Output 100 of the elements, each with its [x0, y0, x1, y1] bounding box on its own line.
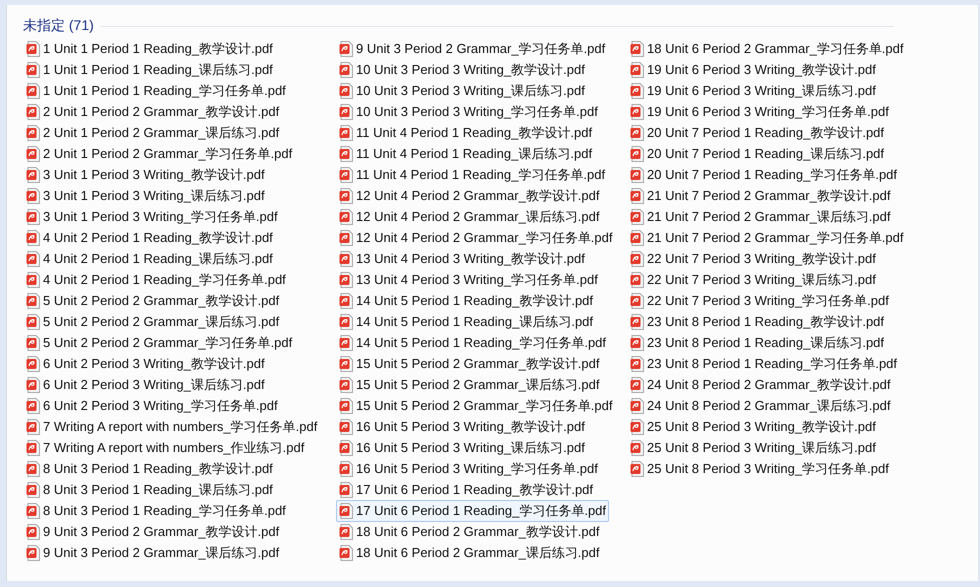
- pdf-file-icon: [339, 419, 353, 435]
- file-item[interactable]: 18 Unit 6 Period 2 Grammar_学习任务单.pdf: [627, 38, 906, 60]
- pdf-file-icon: [630, 251, 644, 267]
- group-title[interactable]: 未指定 (71): [23, 17, 94, 35]
- file-item[interactable]: 20 Unit 7 Period 1 Reading_教学设计.pdf: [627, 122, 888, 144]
- file-item[interactable]: 12 Unit 4 Period 2 Grammar_学习任务单.pdf: [336, 227, 616, 249]
- file-item[interactable]: 16 Unit 5 Period 3 Writing_教学设计.pdf: [336, 416, 588, 438]
- file-item[interactable]: 6 Unit 2 Period 3 Writing_课后练习.pdf: [23, 374, 268, 396]
- file-item[interactable]: 24 Unit 8 Period 2 Grammar_课后练习.pdf: [627, 395, 894, 417]
- file-item[interactable]: 19 Unit 6 Period 3 Writing_课后练习.pdf: [627, 80, 879, 102]
- pdf-file-icon: [339, 251, 353, 267]
- pdf-file-icon: [339, 545, 353, 561]
- file-item[interactable]: 14 Unit 5 Period 1 Reading_课后练习.pdf: [336, 311, 596, 333]
- pdf-file-icon: [26, 545, 40, 561]
- file-item[interactable]: 23 Unit 8 Period 1 Reading_学习任务单.pdf: [627, 353, 900, 375]
- file-item[interactable]: 9 Unit 3 Period 2 Grammar_学习任务单.pdf: [336, 38, 608, 60]
- file-item[interactable]: 18 Unit 6 Period 2 Grammar_课后练习.pdf: [336, 542, 602, 564]
- file-item[interactable]: 21 Unit 7 Period 2 Grammar_学习任务单.pdf: [627, 227, 906, 249]
- file-item[interactable]: 7 Writing A report with numbers_作业练习.pdf: [23, 437, 308, 459]
- pdf-file-icon: [339, 62, 353, 78]
- file-item[interactable]: 7 Writing A report with numbers_学习任务单.pdf: [23, 416, 320, 438]
- pdf-file-icon: [630, 83, 644, 99]
- file-item[interactable]: 11 Unit 4 Period 1 Reading_教学设计.pdf: [336, 122, 596, 144]
- file-item[interactable]: 5 Unit 2 Period 2 Grammar_课后练习.pdf: [23, 311, 282, 333]
- file-item[interactable]: 6 Unit 2 Period 3 Writing_教学设计.pdf: [23, 353, 268, 375]
- file-item[interactable]: 14 Unit 5 Period 1 Reading_学习任务单.pdf: [336, 332, 610, 354]
- file-item[interactable]: 10 Unit 3 Period 3 Writing_课后练习.pdf: [336, 80, 588, 102]
- file-item[interactable]: 20 Unit 7 Period 1 Reading_学习任务单.pdf: [627, 164, 900, 186]
- file-item[interactable]: 9 Unit 3 Period 2 Grammar_课后练习.pdf: [23, 542, 282, 564]
- file-item[interactable]: 15 Unit 5 Period 2 Grammar_学习任务单.pdf: [336, 395, 616, 417]
- file-item[interactable]: 11 Unit 4 Period 1 Reading_课后练习.pdf: [336, 143, 596, 165]
- file-item[interactable]: 9 Unit 3 Period 2 Grammar_教学设计.pdf: [23, 521, 282, 543]
- file-item[interactable]: 23 Unit 8 Period 1 Reading_教学设计.pdf: [627, 311, 888, 333]
- file-item[interactable]: 3 Unit 1 Period 3 Writing_课后练习.pdf: [23, 185, 268, 207]
- file-item[interactable]: 1 Unit 1 Period 1 Reading_教学设计.pdf: [23, 38, 276, 60]
- file-item[interactable]: 14 Unit 5 Period 1 Reading_教学设计.pdf: [336, 290, 596, 312]
- file-item[interactable]: 22 Unit 7 Period 3 Writing_课后练习.pdf: [627, 269, 879, 291]
- file-item[interactable]: 11 Unit 4 Period 1 Reading_学习任务单.pdf: [336, 164, 608, 186]
- file-item[interactable]: 8 Unit 3 Period 1 Reading_学习任务单.pdf: [23, 500, 289, 522]
- file-item[interactable]: 18 Unit 6 Period 2 Grammar_教学设计.pdf: [336, 521, 602, 543]
- pdf-file-icon: [339, 230, 353, 246]
- pdf-file-icon: [630, 335, 644, 351]
- pdf-file-icon: [339, 398, 353, 414]
- pdf-file-icon: [339, 356, 353, 372]
- file-item[interactable]: 2 Unit 1 Period 2 Grammar_教学设计.pdf: [23, 101, 282, 123]
- file-item[interactable]: 17 Unit 6 Period 1 Reading_教学设计.pdf: [336, 479, 596, 501]
- file-item[interactable]: 4 Unit 2 Period 1 Reading_课后练习.pdf: [23, 248, 276, 270]
- file-item[interactable]: 13 Unit 4 Period 3 Writing_学习任务单.pdf: [336, 269, 601, 291]
- file-item[interactable]: 25 Unit 8 Period 3 Writing_课后练习.pdf: [627, 437, 879, 459]
- file-item[interactable]: 3 Unit 1 Period 3 Writing_教学设计.pdf: [23, 164, 268, 186]
- pdf-file-icon: [630, 461, 644, 477]
- pdf-file-icon: [339, 272, 353, 288]
- file-item[interactable]: 1 Unit 1 Period 1 Reading_课后练习.pdf: [23, 59, 276, 81]
- pdf-file-icon: [630, 440, 644, 456]
- file-item[interactable]: 20 Unit 7 Period 1 Reading_课后练习.pdf: [627, 143, 888, 165]
- file-item[interactable]: 16 Unit 5 Period 3 Writing_课后练习.pdf: [336, 437, 588, 459]
- pdf-file-icon: [26, 461, 40, 477]
- file-item[interactable]: 5 Unit 2 Period 2 Grammar_学习任务单.pdf: [23, 332, 296, 354]
- pdf-file-icon: [339, 461, 353, 477]
- file-item[interactable]: 15 Unit 5 Period 2 Grammar_课后练习.pdf: [336, 374, 602, 396]
- file-item[interactable]: 16 Unit 5 Period 3 Writing_学习任务单.pdf: [336, 458, 601, 480]
- file-item[interactable]: 1 Unit 1 Period 1 Reading_学习任务单.pdf: [23, 80, 289, 102]
- file-item[interactable]: 24 Unit 8 Period 2 Grammar_教学设计.pdf: [627, 374, 894, 396]
- pdf-file-icon: [26, 335, 40, 351]
- file-item[interactable]: 25 Unit 8 Period 3 Writing_学习任务单.pdf: [627, 458, 892, 480]
- file-item[interactable]: 19 Unit 6 Period 3 Writing_学习任务单.pdf: [627, 101, 892, 123]
- file-item[interactable]: 21 Unit 7 Period 2 Grammar_教学设计.pdf: [627, 185, 894, 207]
- file-item[interactable]: 5 Unit 2 Period 2 Grammar_教学设计.pdf: [23, 290, 282, 312]
- file-item[interactable]: 8 Unit 3 Period 1 Reading_教学设计.pdf: [23, 458, 276, 480]
- file-item[interactable]: 10 Unit 3 Period 3 Writing_学习任务单.pdf: [336, 101, 601, 123]
- file-item[interactable]: 10 Unit 3 Period 3 Writing_教学设计.pdf: [336, 59, 588, 81]
- pdf-file-icon: [26, 314, 40, 330]
- file-item[interactable]: 6 Unit 2 Period 3 Writing_学习任务单.pdf: [23, 395, 281, 417]
- file-item[interactable]: 12 Unit 4 Period 2 Grammar_课后练习.pdf: [336, 206, 602, 228]
- pdf-file-icon: [26, 41, 40, 57]
- file-item[interactable]: 15 Unit 5 Period 2 Grammar_教学设计.pdf: [336, 353, 602, 375]
- file-item[interactable]: 4 Unit 2 Period 1 Reading_教学设计.pdf: [23, 227, 276, 249]
- file-item[interactable]: 2 Unit 1 Period 2 Grammar_课后练习.pdf: [23, 122, 282, 144]
- file-item[interactable]: 17 Unit 6 Period 1 Reading_学习任务单.pdf: [336, 500, 610, 522]
- pdf-file-icon: [26, 524, 40, 540]
- pdf-file-icon: [630, 41, 644, 57]
- pdf-file-icon: [26, 440, 40, 456]
- file-item[interactable]: 8 Unit 3 Period 1 Reading_课后练习.pdf: [23, 479, 276, 501]
- pdf-file-icon: [630, 125, 644, 141]
- file-item[interactable]: 23 Unit 8 Period 1 Reading_课后练习.pdf: [627, 332, 888, 354]
- file-item[interactable]: 19 Unit 6 Period 3 Writing_教学设计.pdf: [627, 59, 879, 81]
- file-item[interactable]: 22 Unit 7 Period 3 Writing_学习任务单.pdf: [627, 290, 892, 312]
- pdf-file-icon: [339, 104, 353, 120]
- pdf-file-icon: [26, 62, 40, 78]
- pdf-file-icon: [26, 272, 40, 288]
- file-item[interactable]: 13 Unit 4 Period 3 Writing_教学设计.pdf: [336, 248, 588, 270]
- file-item[interactable]: 21 Unit 7 Period 2 Grammar_课后练习.pdf: [627, 206, 894, 228]
- pdf-file-icon: [339, 167, 353, 183]
- file-item[interactable]: 12 Unit 4 Period 2 Grammar_教学设计.pdf: [336, 185, 602, 207]
- file-item[interactable]: 25 Unit 8 Period 3 Writing_教学设计.pdf: [627, 416, 879, 438]
- file-item[interactable]: 3 Unit 1 Period 3 Writing_学习任务单.pdf: [23, 206, 281, 228]
- pdf-file-icon: [339, 188, 353, 204]
- file-item[interactable]: 2 Unit 1 Period 2 Grammar_学习任务单.pdf: [23, 143, 296, 165]
- file-item[interactable]: 22 Unit 7 Period 3 Writing_教学设计.pdf: [627, 248, 879, 270]
- file-item[interactable]: 4 Unit 2 Period 1 Reading_学习任务单.pdf: [23, 269, 289, 291]
